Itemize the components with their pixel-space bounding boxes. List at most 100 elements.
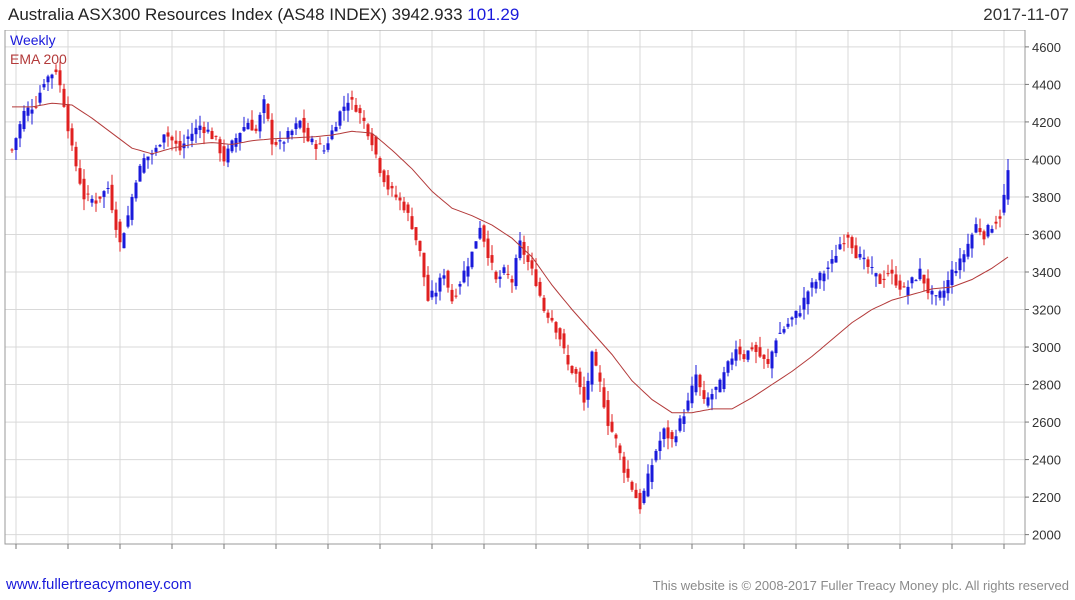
candle-body (218, 139, 222, 154)
x-axis: 2013AprJulOct2014AprJulOct2015AprJulOct2… (15, 544, 1005, 549)
candle-body (882, 278, 886, 281)
legend-weekly: Weekly (10, 32, 56, 48)
y-tick-label: 4600 (1032, 40, 1061, 55)
y-tick-label: 3200 (1032, 303, 1061, 318)
candle-body (918, 268, 922, 280)
candle-body (34, 106, 38, 108)
site-link[interactable]: www.fullertreacymoney.com (6, 576, 192, 593)
candle-body (422, 252, 426, 278)
candle-body (50, 74, 54, 79)
candle-body (694, 374, 698, 393)
candle-body (582, 386, 586, 403)
candle-body (434, 292, 438, 297)
candle-body (926, 278, 930, 294)
candle-body (238, 133, 242, 143)
candle-body (110, 184, 114, 211)
candle-body (234, 138, 238, 147)
candle-body (982, 231, 986, 240)
candle-body (990, 228, 994, 233)
y-tick-label: 2200 (1032, 490, 1061, 505)
candle-body (998, 216, 1002, 219)
candle-body (934, 295, 938, 297)
candle-body (214, 135, 218, 137)
y-tick-label: 4000 (1032, 152, 1061, 167)
candle-body (354, 104, 358, 112)
candle-body (518, 240, 522, 259)
candle-body (130, 197, 134, 220)
candle-body (682, 416, 686, 424)
candle-body (478, 227, 482, 239)
candle-body (602, 387, 606, 408)
candle-body (966, 243, 970, 257)
candle-body (698, 374, 702, 388)
candle-body (650, 465, 654, 482)
candle-body (94, 200, 98, 204)
candle-body (322, 150, 326, 152)
candle-body (310, 138, 314, 143)
candle-body (294, 123, 298, 130)
candle-body (142, 158, 146, 173)
candle-body (90, 198, 94, 203)
candle-body (714, 386, 718, 390)
candle-body (282, 142, 286, 144)
candle-body (482, 225, 486, 242)
candle-body (802, 297, 806, 310)
candle-body (538, 281, 542, 296)
candle-body (134, 182, 138, 199)
candle-body (498, 276, 502, 279)
candle-body (10, 149, 14, 151)
candle-body (426, 274, 430, 301)
candle-body (630, 481, 634, 490)
candle-body (878, 274, 882, 284)
candle-body (466, 266, 470, 277)
candle-body (890, 269, 894, 274)
candle-body (730, 358, 734, 365)
candle-body (738, 346, 742, 355)
candle-body (302, 117, 306, 133)
ema-line (12, 102, 1009, 414)
candle-body (278, 140, 282, 142)
candle-body (614, 434, 618, 439)
candle-body (874, 273, 878, 277)
candle-body (806, 291, 810, 305)
candle-body (346, 102, 350, 111)
candle-body (82, 178, 86, 200)
candle-body (118, 221, 122, 243)
candle-body (158, 144, 162, 147)
candle-body (894, 274, 898, 286)
candle-body (390, 185, 394, 189)
candle-body (986, 224, 990, 237)
candle-body (586, 380, 590, 400)
candle-body (342, 106, 346, 111)
candle-body (190, 133, 194, 141)
candle-body (106, 188, 110, 190)
chart-title: Australia ASX300 Resources Index (AS48 I… (8, 5, 519, 25)
candle-body (454, 295, 458, 297)
candle-body (842, 243, 846, 245)
candle-body (658, 440, 662, 452)
candle-body (494, 271, 498, 280)
candle-body (794, 310, 798, 318)
candle-body (374, 136, 378, 155)
candle-body (750, 347, 754, 350)
candle-body (818, 272, 822, 281)
candle-body (66, 103, 70, 132)
candle-body (822, 273, 826, 282)
candle-body (622, 456, 626, 473)
candle-body (618, 445, 622, 454)
candle-body (810, 282, 814, 288)
candle-body (718, 379, 722, 393)
candle-body (350, 97, 354, 100)
candle-body (250, 119, 254, 131)
candle-body (550, 317, 554, 321)
candle-body (978, 228, 982, 233)
candle-body (414, 227, 418, 241)
candle-body (174, 140, 178, 144)
candle-body (994, 221, 998, 224)
candle-body (486, 238, 490, 259)
candle-body (854, 245, 858, 259)
candle-body (814, 281, 818, 289)
candle-body (774, 340, 778, 354)
candle-body (298, 120, 302, 128)
candle-body (554, 322, 558, 333)
